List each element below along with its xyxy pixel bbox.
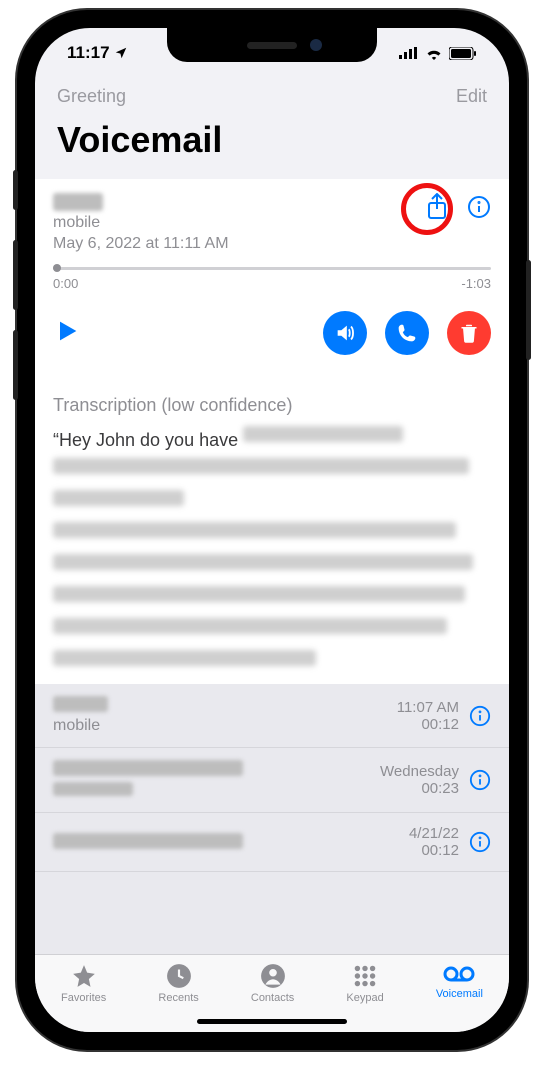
- play-button[interactable]: [53, 317, 81, 350]
- redacted-text: [243, 426, 403, 442]
- info-button[interactable]: [469, 831, 491, 853]
- info-button[interactable]: [467, 195, 491, 219]
- tab-favorites[interactable]: Favorites: [61, 963, 106, 1004]
- voicemail-list: xx mobile 11:07 AM 00:12 xx xx Wednesday: [35, 684, 509, 954]
- speaker-button[interactable]: [323, 311, 367, 355]
- redacted-text: [53, 458, 469, 474]
- status-time: 11:17: [67, 43, 110, 63]
- home-indicator[interactable]: [197, 1019, 347, 1024]
- share-button[interactable]: [425, 193, 449, 221]
- redacted-text: [53, 554, 473, 570]
- battery-icon: [449, 47, 477, 60]
- redacted-text: [53, 522, 456, 538]
- voicemail-duration: 00:12: [409, 842, 459, 859]
- playback-controls: [53, 311, 491, 355]
- caller-name-redacted: xxxx: [53, 193, 103, 211]
- redacted-text: [53, 650, 316, 666]
- voicemail-item[interactable]: xx mobile 11:07 AM 00:12: [35, 684, 509, 748]
- voicemail-time: 11:07 AM: [397, 699, 459, 716]
- voicemail-time: 4/21/22: [409, 825, 459, 842]
- edit-button[interactable]: Edit: [456, 86, 487, 107]
- info-button[interactable]: [469, 705, 491, 727]
- transcription-body: “Hey John do you have: [53, 422, 491, 678]
- tab-label: Contacts: [251, 992, 294, 1004]
- caller-name-redacted: xx: [53, 760, 243, 776]
- voicemail-expanded: xxxx mobile May 6, 2022 at 11:11 AM: [35, 179, 509, 375]
- voicemail-duration: 00:23: [380, 780, 459, 797]
- person-icon: [260, 963, 286, 989]
- page-title: Voicemail: [35, 107, 509, 179]
- keypad-icon: [352, 963, 378, 989]
- cellular-icon: [399, 47, 419, 59]
- callback-button[interactable]: [385, 311, 429, 355]
- call-datetime: May 6, 2022 at 11:11 AM: [53, 235, 425, 253]
- tab-contacts[interactable]: Contacts: [251, 963, 294, 1004]
- redacted-text: [53, 490, 184, 506]
- voicemail-item[interactable]: xx xx Wednesday 00:23: [35, 748, 509, 813]
- tab-label: Recents: [158, 992, 198, 1004]
- voicemail-item[interactable]: xx 4/21/22 00:12: [35, 813, 509, 872]
- tab-voicemail[interactable]: Voicemail: [436, 963, 483, 1000]
- redacted-text: [53, 618, 447, 634]
- tab-recents[interactable]: Recents: [158, 963, 198, 1004]
- clock-icon: [166, 963, 192, 989]
- voicemail-time: Wednesday: [380, 763, 459, 780]
- caller-name-redacted: xx: [53, 696, 108, 712]
- greeting-button[interactable]: Greeting: [57, 86, 126, 107]
- phone-frame: 11:17 Greeting Edit Voicem: [17, 10, 527, 1050]
- caller-name-redacted: xx: [53, 833, 243, 849]
- caller-sub-redacted: xx: [53, 782, 133, 796]
- tab-label: Favorites: [61, 992, 106, 1004]
- delete-button[interactable]: [447, 311, 491, 355]
- redacted-text: [53, 586, 465, 602]
- transcription-visible-text: “Hey John do you have: [53, 430, 238, 450]
- transcription-header: Transcription (low confidence): [53, 395, 491, 416]
- caller-type: mobile: [53, 717, 397, 735]
- transcription-section: Transcription (low confidence) “Hey John…: [35, 375, 509, 684]
- location-icon: [114, 46, 128, 60]
- screen: 11:17 Greeting Edit Voicem: [35, 28, 509, 1032]
- voicemail-icon: [443, 963, 475, 985]
- elapsed-time: 0:00: [53, 276, 78, 291]
- remaining-time: -1:03: [461, 276, 491, 291]
- star-icon: [70, 963, 98, 989]
- info-button[interactable]: [469, 769, 491, 791]
- notch: [167, 28, 377, 62]
- caller-type: mobile: [53, 214, 425, 232]
- nav-bar: Greeting Edit: [35, 78, 509, 107]
- tab-keypad[interactable]: Keypad: [346, 963, 383, 1004]
- playback-scrubber[interactable]: 0:00 -1:03: [53, 267, 491, 291]
- wifi-icon: [425, 47, 443, 60]
- tab-label: Voicemail: [436, 988, 483, 1000]
- tab-bar: Favorites Recents Contacts Keypad Voicem…: [35, 954, 509, 1032]
- voicemail-actions: [425, 193, 491, 221]
- voicemail-duration: 00:12: [397, 716, 459, 733]
- tab-label: Keypad: [346, 992, 383, 1004]
